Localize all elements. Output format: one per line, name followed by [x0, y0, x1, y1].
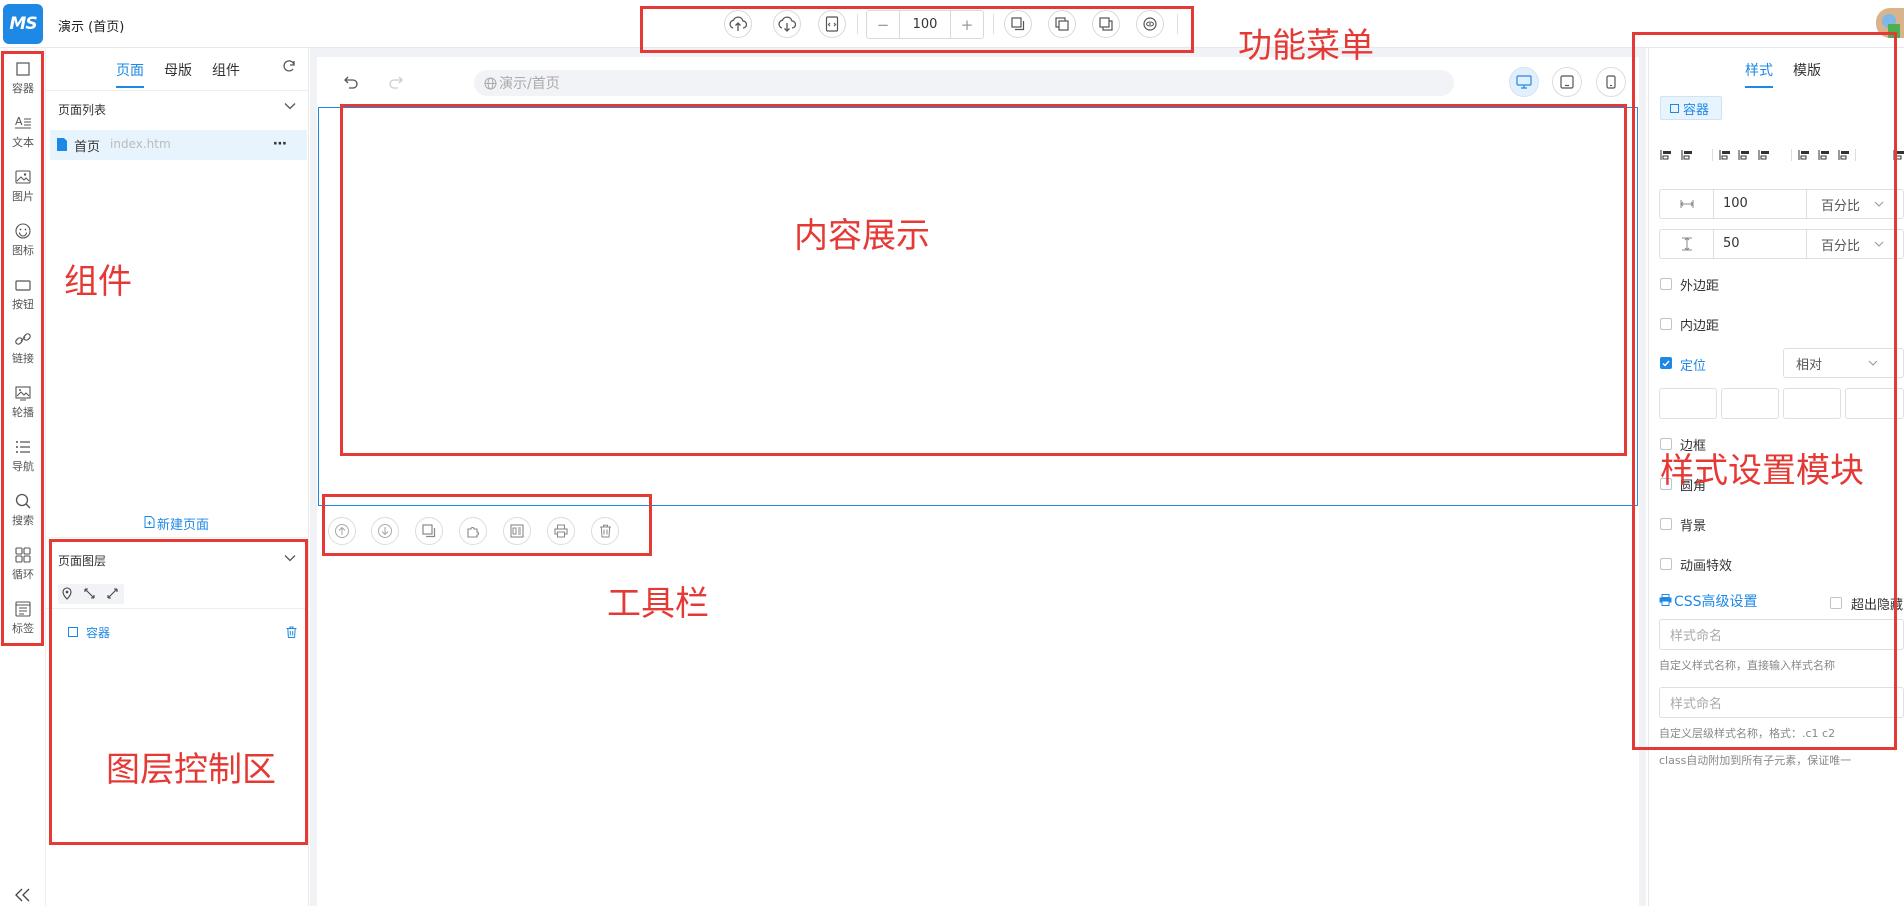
annotation-content: 内容展示: [794, 216, 930, 256]
chevron-down-icon[interactable]: [284, 102, 296, 110]
refresh-icon[interactable]: [282, 59, 296, 73]
tablet-icon[interactable]: [1552, 67, 1582, 97]
app-title: 演示 (首页): [58, 20, 125, 35]
more-icon[interactable]: ⋯: [273, 136, 288, 152]
page-name: 首页: [74, 140, 101, 155]
annotation-box-components: [1, 51, 44, 646]
tab-components[interactable]: 组件: [212, 60, 240, 80]
annotation-box-layers: [49, 539, 308, 845]
undo-icon[interactable]: [343, 75, 359, 89]
collapse-sidebar-icon[interactable]: [14, 888, 32, 902]
desktop-icon[interactable]: [1509, 67, 1539, 97]
url-bar[interactable]: 演示/首页: [474, 70, 1454, 96]
redo-icon[interactable]: [388, 75, 404, 89]
mobile-icon[interactable]: [1596, 67, 1626, 97]
globe-icon: [484, 77, 497, 89]
active-tab-indicator: [116, 86, 144, 88]
annotation-menu: 功能菜单: [1238, 26, 1374, 66]
url-text: 演示/首页: [499, 76, 560, 92]
annotation-box-toolbar: [322, 494, 652, 556]
tab-masters[interactable]: 母版: [164, 60, 192, 80]
annotation-components: 组件: [64, 262, 132, 302]
app-logo[interactable]: MS: [3, 4, 43, 44]
page-file-icon: [57, 138, 67, 151]
new-page-button[interactable]: 新建页面: [157, 514, 209, 533]
divider: [46, 90, 309, 91]
annotation-layers: 图层控制区: [106, 750, 276, 790]
page-file: index.htm: [110, 137, 171, 151]
annotation-style: 样式设置模块: [1660, 451, 1864, 491]
annotation-box-content: [340, 104, 1627, 456]
new-page-icon[interactable]: [144, 516, 155, 528]
annotation-box-menu: [640, 6, 1194, 53]
annotation-box-style: [1632, 32, 1897, 750]
tab-pages[interactable]: 页面: [116, 60, 144, 80]
annotation-toolbar: 工具栏: [607, 584, 709, 624]
page-list-title: 页面列表: [58, 103, 107, 117]
divider: [46, 537, 309, 538]
layer-class-hint-2: class自动附加到所有子元素，保证唯一: [1659, 754, 1852, 767]
